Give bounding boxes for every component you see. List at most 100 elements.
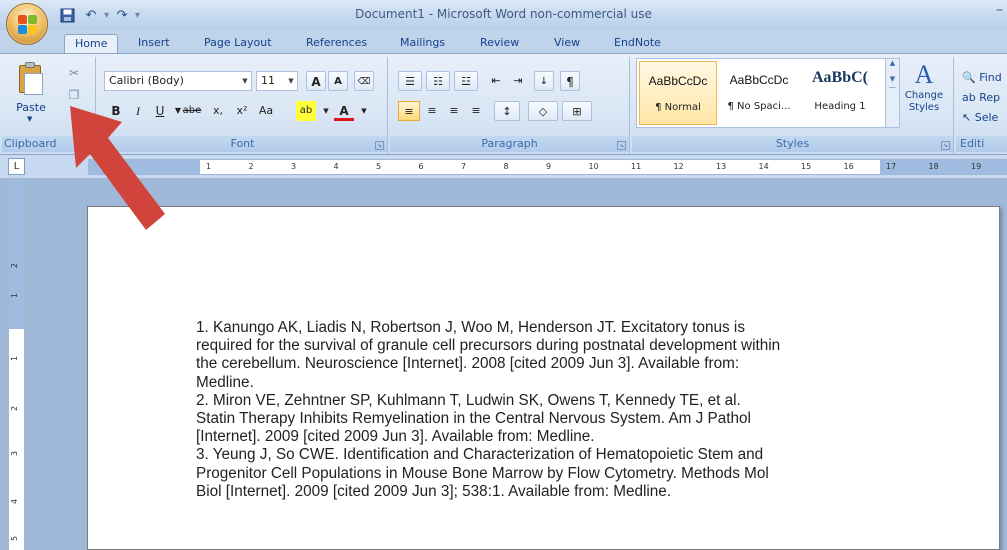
numbering-icon[interactable]: ☷ <box>426 71 450 91</box>
minimize-button[interactable]: – <box>996 2 1003 18</box>
ruler-row: L 1 2 3 4 5 6 7 8 9 10 11 12 13 14 15 16 17 18 19 <box>0 155 1007 179</box>
ruler-tick-label: 3 <box>291 162 297 171</box>
find-button[interactable]: 🔍 Find <box>962 71 1002 84</box>
vertical-ruler-tick-label: 2 <box>10 262 20 269</box>
clipboard-group-label: Clipboard <box>2 136 95 152</box>
vertical-ruler-tick-label: 1 <box>10 292 20 299</box>
paste-button[interactable]: Paste ▼ <box>10 61 52 123</box>
font-name-dropdown-icon[interactable]: ▼ <box>239 72 251 90</box>
font-size-value: 11 <box>261 74 275 87</box>
tab-mailings[interactable]: Mailings <box>390 34 455 54</box>
decrease-indent-icon[interactable]: ⇤ <box>486 71 506 91</box>
clear-formatting-icon[interactable]: ⌫ <box>354 71 374 91</box>
increase-indent-icon[interactable]: ⇥ <box>508 71 528 91</box>
cut-icon[interactable]: ✂ <box>66 65 82 81</box>
align-left-icon[interactable]: ≡ <box>398 101 420 121</box>
document-workspace: 2 1 1 2 3 4 5 1. Kanungo AK, Liadis N, Roberts… <box>0 179 1007 550</box>
underline-button[interactable]: U <box>150 101 170 121</box>
change-case-button[interactable]: Aa <box>256 101 276 121</box>
tab-home[interactable]: Home <box>64 34 119 54</box>
tab-references[interactable]: References <box>296 34 377 54</box>
tab-view[interactable]: View <box>544 34 590 54</box>
style-heading-1[interactable]: AaBbC( Heading 1 <box>801 61 879 125</box>
styles-group-label: Styles <box>632 136 953 152</box>
reference-line: 3. Yeung J, So CWE. Identification and C… <box>196 446 764 464</box>
editing-group-label: Editi <box>956 136 1007 152</box>
tab-selector[interactable]: L <box>8 158 25 175</box>
reference-line: the cerebellum. Neuroscience [Internet].… <box>196 355 740 373</box>
clipboard-clip-icon <box>25 62 35 68</box>
borders-icon[interactable]: ⊞ <box>562 101 592 121</box>
sort-icon[interactable]: ↓ <box>534 71 554 91</box>
ribbon: Paste ▼ ✂ ❐ Clipboard Calibri (Body) ▼ 1… <box>0 53 1007 155</box>
horizontal-ruler[interactable]: 1 2 3 4 5 6 7 8 9 10 11 12 13 14 15 16 17 18 19 <box>88 159 1007 175</box>
replace-label: Rep <box>979 91 1001 104</box>
paragraph-group: ☰ ☷ ☳ ⇤ ⇥ ↓ ¶ ≡ ≡ ≡ ≡ ↕ ◇ ⊞ Paragraph ↘ <box>390 57 630 154</box>
highlight-dropdown-icon[interactable]: ▼ <box>316 101 336 121</box>
tab-insert[interactable]: Insert <box>128 34 180 54</box>
ruler-tick-label: 10 <box>588 162 599 171</box>
paragraph-dialog-launcher-icon[interactable]: ↘ <box>617 141 626 150</box>
styles-dialog-launcher-icon[interactable]: ↘ <box>941 141 950 150</box>
ruler-tick-label: 11 <box>631 162 642 171</box>
document-body[interactable]: 1. Kanungo AK, Liadis N, Robertson J, Wo… <box>196 319 896 501</box>
change-styles-label: Change Styles <box>904 90 944 113</box>
clipboard-group: Paste ▼ ✂ ❐ Clipboard <box>2 57 96 154</box>
align-center-icon[interactable]: ≡ <box>422 101 442 121</box>
paste-label: Paste <box>16 101 46 114</box>
ruler-tick-label: 5 <box>376 162 382 171</box>
office-button[interactable] <box>6 3 48 45</box>
vertical-ruler-tick-label: 3 <box>10 450 20 457</box>
style-no-spacing[interactable]: AaBbCcDc ¶ No Spaci... <box>720 61 798 125</box>
replace-button[interactable]: ab Rep <box>962 91 1000 104</box>
font-dialog-launcher-icon[interactable]: ↘ <box>375 141 384 150</box>
multilevel-list-icon[interactable]: ☳ <box>454 71 478 91</box>
right-margin-area <box>880 160 1007 174</box>
font-color-button[interactable]: A <box>334 101 354 121</box>
vertical-ruler[interactable]: 2 1 1 2 3 4 5 <box>8 179 25 550</box>
shading-icon[interactable]: ◇ <box>528 101 558 121</box>
justify-icon[interactable]: ≡ <box>466 101 486 121</box>
styles-gallery-scroll[interactable]: ▲ ▼ — <box>885 59 899 127</box>
font-color-dropdown-icon[interactable]: ▼ <box>354 101 374 121</box>
paste-dropdown-icon[interactable]: ▼ <box>27 115 32 123</box>
show-formatting-button[interactable]: ¶ <box>560 71 580 91</box>
subscript-button[interactable]: x, <box>208 101 228 121</box>
line-spacing-icon[interactable]: ↕ <box>494 101 520 121</box>
tab-page-layout[interactable]: Page Layout <box>194 34 282 54</box>
styles-gallery: AaBbCcDc ¶ Normal AaBbCcDc ¶ No Spaci...… <box>636 58 900 128</box>
left-margin-area <box>88 160 200 174</box>
copy-icon[interactable]: ❐ <box>66 87 82 103</box>
superscript-button[interactable]: x² <box>232 101 252 121</box>
font-size-combo[interactable]: 11 ▼ <box>256 71 298 91</box>
shrink-font-button[interactable]: A <box>328 71 348 91</box>
style-sample: AaBbCcDc <box>648 74 708 88</box>
bold-button[interactable]: B <box>106 101 126 121</box>
font-group-label: Font <box>98 136 387 152</box>
tab-review[interactable]: Review <box>470 34 529 54</box>
font-name-combo[interactable]: Calibri (Body) ▼ <box>104 71 252 91</box>
editing-group: 🔍 Find ab Rep ↖ Sele Editi <box>956 57 1007 154</box>
ruler-tick-label: 15 <box>801 162 812 171</box>
reference-line: [Internet]. 2009 [cited 2009 Jun 3]. Ava… <box>196 428 595 446</box>
style-normal[interactable]: AaBbCcDc ¶ Normal <box>639 61 717 125</box>
ruler-tick-label: 9 <box>546 162 552 171</box>
align-right-icon[interactable]: ≡ <box>444 101 464 121</box>
grow-font-button[interactable]: A <box>306 71 326 91</box>
office-logo-icon <box>18 15 38 35</box>
document-page[interactable]: 1. Kanungo AK, Liadis N, Robertson J, Wo… <box>87 206 1000 550</box>
select-button[interactable]: ↖ Sele <box>962 111 998 124</box>
bullets-icon[interactable]: ☰ <box>398 71 422 91</box>
tab-endnote[interactable]: EndNote <box>604 34 671 54</box>
reference-line: 2. Miron VE, Zehntner SP, Kuhlmann T, Lu… <box>196 391 741 409</box>
ruler-tick-label: 12 <box>673 162 684 171</box>
window-title: Document1 - Microsoft Word non-commercia… <box>355 7 652 21</box>
strikethrough-button[interactable]: abe <box>182 101 202 121</box>
style-name: Heading 1 <box>814 101 866 112</box>
highlight-button[interactable]: ab <box>296 101 316 121</box>
vertical-ruler-tick-label: 4 <box>10 498 20 505</box>
font-size-dropdown-icon[interactable]: ▼ <box>285 72 297 90</box>
italic-button[interactable]: I <box>128 101 148 121</box>
change-styles-button[interactable]: A Change Styles <box>904 60 944 122</box>
ruler-tick-label: 2 <box>248 162 254 171</box>
